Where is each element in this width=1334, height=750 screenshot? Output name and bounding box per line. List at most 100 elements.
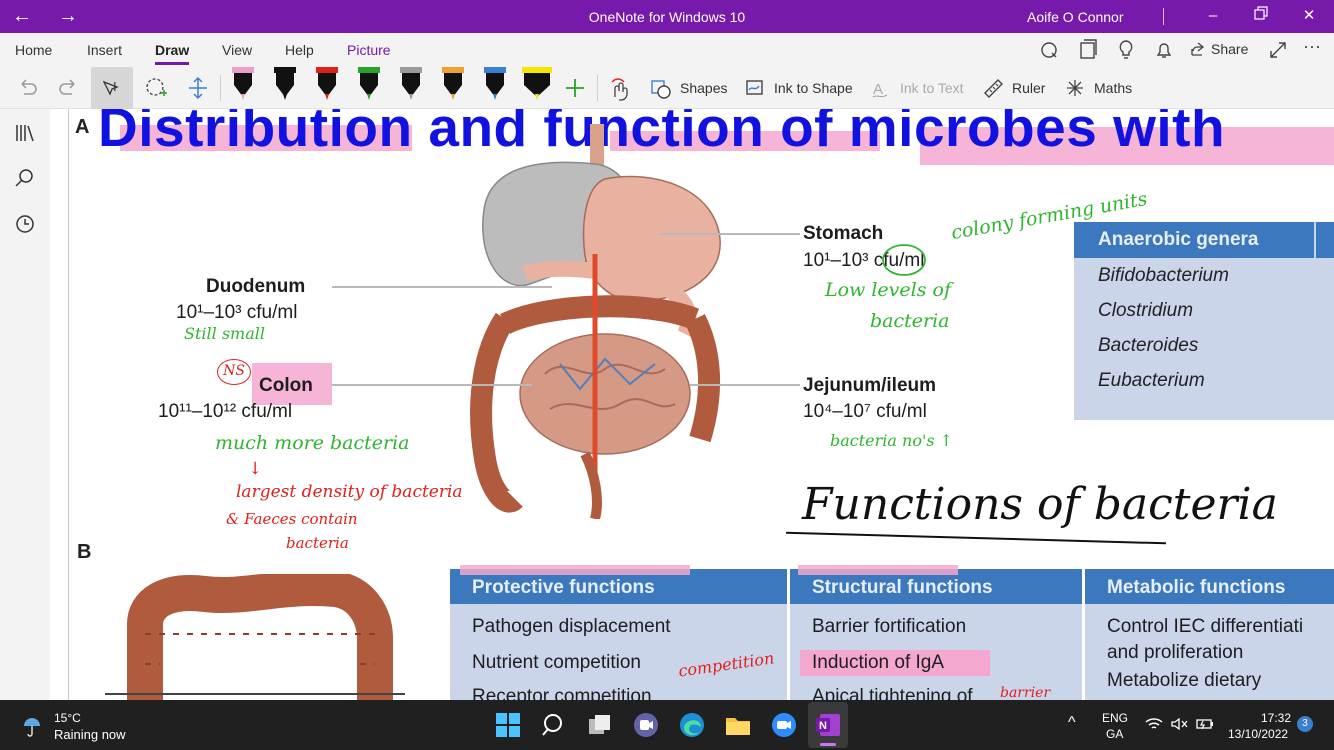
function-item: Pathogen displacement <box>472 616 671 637</box>
search-taskbar-icon[interactable] <box>540 711 568 739</box>
onenote-taskbar-button[interactable]: N <box>808 702 848 748</box>
highlighter-pen[interactable] <box>522 67 552 103</box>
function-item: Receptor competition <box>472 686 652 700</box>
jejunum-leader-line <box>690 384 800 386</box>
more-options-icon[interactable]: ··· <box>1303 36 1327 60</box>
start-menu-icon[interactable] <box>494 711 522 739</box>
undo-icon[interactable] <box>14 72 40 104</box>
tab-draw[interactable]: Draw <box>155 42 190 65</box>
ruler-label[interactable]: Ruler <box>1012 80 1045 96</box>
draw-toolbar: I Shapes Ink to Shape A Ink to Text Rule… <box>0 67 1334 109</box>
structural-column: Structural functions Barrier fortificati… <box>790 569 1082 700</box>
file-explorer-icon[interactable] <box>724 711 752 739</box>
genera-header: Anaerobic genera <box>1074 222 1334 258</box>
add-space-icon[interactable] <box>186 72 210 104</box>
tab-home[interactable]: Home <box>15 42 52 58</box>
sync-icon[interactable] <box>1038 38 1062 62</box>
pen-tool[interactable] <box>396 67 424 103</box>
ink-still-small[interactable]: Still small <box>184 324 265 343</box>
recent-notes-icon[interactable] <box>13 212 37 236</box>
wifi-icon[interactable] <box>1145 716 1163 732</box>
svg-text:N: N <box>819 720 827 732</box>
ink-low-levels[interactable]: Low levels of <box>825 279 951 301</box>
ink-circle-cfu <box>882 244 926 276</box>
toolbar-separator <box>220 75 221 101</box>
share-button[interactable]: Share <box>1190 41 1248 57</box>
tab-insert[interactable]: Insert <box>87 42 122 58</box>
pen-tool[interactable] <box>480 67 508 103</box>
touch-drawing-icon[interactable] <box>606 72 632 104</box>
ink-much-more[interactable]: much more bacteria <box>215 432 410 454</box>
notification-badge[interactable]: 3 <box>1297 716 1313 732</box>
tab-picture[interactable]: Picture <box>347 42 391 58</box>
close-icon[interactable]: ✕ <box>1294 4 1324 28</box>
clock-time[interactable]: 17:32 <box>1261 711 1291 725</box>
genera-row: Bifidobacterium <box>1098 265 1229 286</box>
battery-icon[interactable] <box>1195 716 1215 732</box>
language-bottom[interactable]: GA <box>1106 727 1123 741</box>
volume-muted-icon[interactable] <box>1170 716 1188 732</box>
shapes-label[interactable]: Shapes <box>680 80 727 96</box>
tab-help[interactable]: Help <box>285 42 314 58</box>
pen-tool[interactable] <box>312 67 340 103</box>
window-title: OneNote for Windows 10 <box>588 9 746 25</box>
jejunum-count: 10⁴–10⁷ cfu/ml <box>803 401 927 422</box>
clock-date[interactable]: 13/10/2022 <box>1228 727 1288 741</box>
function-item: Control IEC differentiati and proliferat… <box>1107 616 1304 663</box>
shapes-icon[interactable] <box>650 72 672 104</box>
type-select-button[interactable]: I <box>91 67 133 109</box>
title-separator <box>1163 8 1164 25</box>
stomach-leader-line <box>660 233 800 235</box>
weather-desc[interactable]: Raining now <box>54 727 126 742</box>
restore-icon[interactable] <box>1246 4 1276 28</box>
lightbulb-icon[interactable] <box>1114 38 1138 62</box>
search-icon[interactable] <box>13 166 37 190</box>
page-canvas[interactable]: A Distribution and function of microbes … <box>50 109 1334 700</box>
pen-tool[interactable] <box>354 67 382 103</box>
ruler-icon[interactable] <box>982 72 1004 104</box>
notebooks-library-icon[interactable] <box>13 121 37 145</box>
chevron-up-icon[interactable]: ^ <box>1068 714 1076 732</box>
minimize-icon[interactable]: – <box>1198 4 1228 28</box>
ink-functions-of-bacteria[interactable]: Functions of bacteria <box>802 479 1278 530</box>
ink-largest-density[interactable]: largest density of bacteria <box>236 482 463 502</box>
share-label: Share <box>1211 41 1249 57</box>
maths-icon[interactable] <box>1064 72 1086 104</box>
zoom-icon[interactable] <box>770 711 798 739</box>
maths-label[interactable]: Maths <box>1094 80 1132 96</box>
language-top[interactable]: ENG <box>1102 711 1128 725</box>
edge-browser-icon[interactable] <box>678 711 706 739</box>
title-bar: ← → OneNote for Windows 10 Aoife O Conno… <box>0 0 1334 33</box>
ink-barrier[interactable]: barrier <box>1000 685 1050 700</box>
expand-icon[interactable] <box>1266 38 1290 62</box>
ink-bacteria-1[interactable]: bacteria <box>870 310 950 332</box>
rain-cloud-icon[interactable] <box>20 712 46 738</box>
teams-chat-icon[interactable] <box>632 711 660 739</box>
duodenum-label: Duodenum <box>206 276 306 297</box>
tab-view[interactable]: View <box>222 42 252 58</box>
weather-temp[interactable]: 15°C <box>54 711 81 725</box>
redo-icon[interactable] <box>56 72 82 104</box>
metabolic-header: Metabolic functions <box>1085 569 1334 604</box>
ink-to-shape-label[interactable]: Ink to Shape <box>774 80 853 96</box>
pen-tool[interactable] <box>228 67 256 103</box>
notebooks-icon[interactable] <box>1076 38 1100 62</box>
active-app-indicator <box>820 743 836 746</box>
add-pen-icon[interactable] <box>563 72 587 104</box>
task-view-icon[interactable] <box>586 711 614 739</box>
ink-ns-circle[interactable]: NS <box>217 359 251 385</box>
bell-icon[interactable] <box>1152 38 1176 62</box>
lasso-select-icon[interactable] <box>143 72 169 104</box>
header-highlight <box>460 565 690 575</box>
ink-bacteria-nos[interactable]: bacteria no's ↑ <box>830 431 953 450</box>
genera-row: Bacteroides <box>1098 335 1199 356</box>
ink-faeces-contain[interactable]: & Faeces contain <box>226 510 358 528</box>
user-name[interactable]: Aoife O Connor <box>1027 9 1124 25</box>
pen-tool[interactable] <box>270 67 298 103</box>
stomach-label: Stomach <box>803 223 884 244</box>
colon-label: Colon <box>259 375 313 396</box>
ink-bacteria-2[interactable]: bacteria <box>286 534 349 552</box>
pen-tool[interactable] <box>438 67 466 103</box>
share-icon <box>1191 42 1205 56</box>
ink-to-shape-icon[interactable] <box>744 72 766 104</box>
